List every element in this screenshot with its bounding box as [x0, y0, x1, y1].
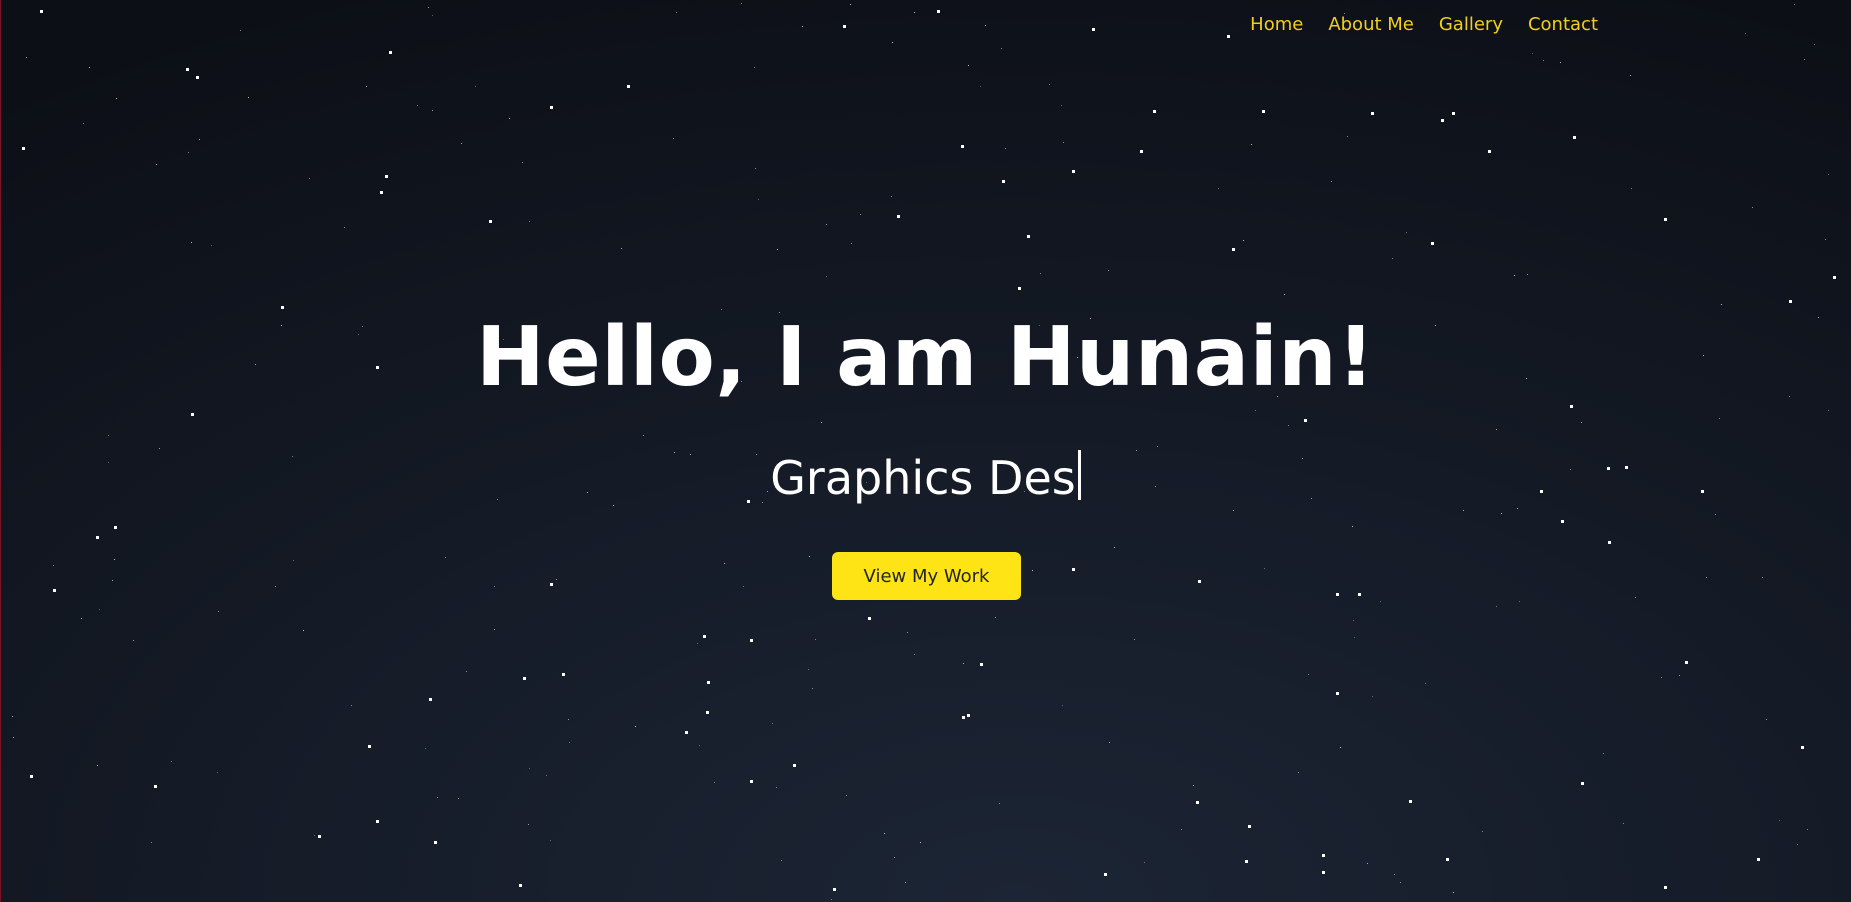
view-my-work-button[interactable]: View My Work [832, 552, 1021, 600]
hero-headline: Hello, I am Hunain! [476, 310, 1375, 405]
typing-caret [1077, 450, 1081, 500]
typed-subtitle: Graphics Des [0, 446, 1851, 510]
typed-text: Graphics Des [770, 451, 1076, 505]
hero-section: Hello, I am Hunain! Graphics Des View My… [0, 0, 1851, 902]
